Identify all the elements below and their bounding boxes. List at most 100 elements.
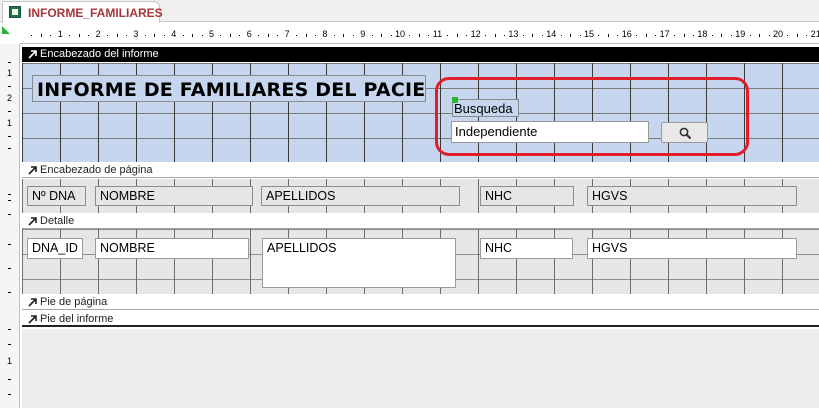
ruler-tick [8, 344, 11, 345]
ruler-tick [371, 35, 373, 36]
ruler-tick [730, 35, 732, 36]
ruler-number: 1 [57, 29, 63, 39]
ruler-tick [125, 35, 127, 36]
ruler-tick [192, 34, 194, 37]
ruler-tick [333, 35, 335, 36]
label-dna[interactable]: Nº DNA [27, 186, 86, 206]
ruler-tick [201, 35, 203, 36]
label-nombre[interactable]: NOMBRE [95, 186, 253, 206]
horizontal-ruler[interactable]: 1 2 3 4 5 6 7 8 9 10 11 12 13 14 15 16 17 18 19 20 21 [20, 24, 819, 44]
ruler-tick [343, 34, 345, 37]
tab-informe-familiares[interactable]: INFORME_FAMILIARES [2, 1, 163, 23]
ruler-number: 17 [659, 29, 670, 39]
ruler-number: 12 [470, 29, 481, 39]
report-title-label[interactable]: INFORME DE FAMILIARES DEL PACIENTE [32, 75, 426, 102]
ruler-number: 11 [432, 29, 443, 39]
ruler-number: 2 [7, 93, 13, 103]
ruler-tick [8, 62, 11, 63]
ruler-tick [570, 34, 572, 37]
section-label: Encabezado del informe [40, 48, 159, 60]
ruler-tick [749, 35, 751, 36]
section-bar-report-header[interactable]: Encabezado del informe [22, 47, 819, 62]
ruler-tick [182, 35, 184, 36]
ruler-tick [352, 35, 354, 36]
tab-label: INFORME_FAMILIARES [28, 6, 163, 20]
ruler-number: 18 [697, 29, 708, 39]
ruler-tick [522, 35, 524, 36]
ruler-tick [296, 35, 298, 36]
ruler-number: 1 [7, 118, 13, 128]
ruler-tick [220, 35, 222, 36]
ruler-tick [560, 35, 562, 36]
ruler-number: 13 [508, 29, 519, 39]
report-footer-body[interactable] [22, 329, 819, 408]
section-bar-report-footer[interactable]: Pie del informe [22, 312, 819, 327]
ruler-tick [8, 244, 11, 245]
ruler-number: 5 [209, 29, 215, 39]
ruler-tick [485, 35, 487, 36]
ruler-tick [8, 268, 11, 269]
ruler-tick [107, 35, 109, 36]
section-arrow-icon [28, 50, 37, 59]
ruler-number: 1 [7, 356, 13, 366]
section-arrow-icon [28, 217, 37, 226]
ruler-tick [674, 35, 676, 36]
select-report-marker-icon[interactable] [2, 26, 10, 34]
section-bar-page-footer[interactable]: Pie de página [22, 295, 819, 310]
ruler-tick [418, 34, 420, 37]
ruler-tick [617, 35, 619, 36]
field-dna-id[interactable]: DNA_ID [27, 238, 83, 259]
ruler-tick [267, 34, 269, 37]
ruler-tick [163, 35, 165, 36]
section-label: Pie de página [40, 296, 108, 308]
ruler-tick [8, 292, 11, 293]
label-apellidos[interactable]: APELLIDOS [261, 186, 460, 206]
ruler-tick [69, 35, 71, 36]
report-icon [9, 6, 21, 18]
ruler-tick [759, 34, 761, 37]
ruler-tick [8, 200, 11, 201]
ruler-number: 6 [246, 29, 252, 39]
ruler-number: 3 [133, 29, 139, 39]
ruler-tick [8, 214, 11, 215]
ruler-tick [409, 35, 411, 36]
ruler-number: 7 [284, 29, 290, 39]
ruler-number: 10 [395, 29, 406, 39]
ruler-tick [447, 35, 449, 36]
field-nombre[interactable]: NOMBRE [95, 238, 249, 259]
ruler-tick [8, 329, 11, 330]
label-nhc[interactable]: NHC [480, 186, 574, 206]
ruler-tick [796, 34, 798, 37]
ruler-number: 1 [7, 68, 13, 78]
ruler-number: 2 [95, 29, 101, 39]
section-arrow-icon [28, 166, 37, 175]
ruler-number: 8 [322, 29, 328, 39]
section-bar-page-header[interactable]: Encabezado de página [22, 163, 819, 178]
ruler-tick [768, 35, 770, 36]
label-hgvs[interactable]: HGVS [587, 186, 797, 206]
vertical-ruler[interactable]: 1 2 1 1 [0, 44, 20, 408]
ruler-tick [8, 394, 11, 395]
ruler-tick [8, 111, 11, 112]
field-hgvs[interactable]: HGVS [587, 238, 797, 259]
ruler-number: 19 [735, 29, 746, 39]
ruler-tick [692, 35, 694, 36]
ruler-tick [239, 35, 241, 36]
ruler-tick [806, 35, 808, 36]
ruler-tick [50, 35, 52, 36]
ruler-tick [314, 35, 316, 36]
ruler-tick [456, 34, 458, 37]
ruler-tick [381, 34, 383, 37]
section-bar-detail[interactable]: Detalle [22, 214, 819, 229]
ruler-tick [8, 379, 11, 380]
ruler-tick [8, 194, 11, 195]
ruler-number: 14 [546, 29, 557, 39]
field-apellidos[interactable]: APELLIDOS [262, 238, 456, 288]
ruler-tick [144, 35, 146, 36]
ruler-number: 15 [584, 29, 595, 39]
field-nhc[interactable]: NHC [480, 238, 573, 259]
highlight-annotation [435, 77, 749, 156]
ruler-tick [428, 35, 430, 36]
ruler-tick [78, 34, 80, 37]
ruler-tick [40, 34, 42, 37]
